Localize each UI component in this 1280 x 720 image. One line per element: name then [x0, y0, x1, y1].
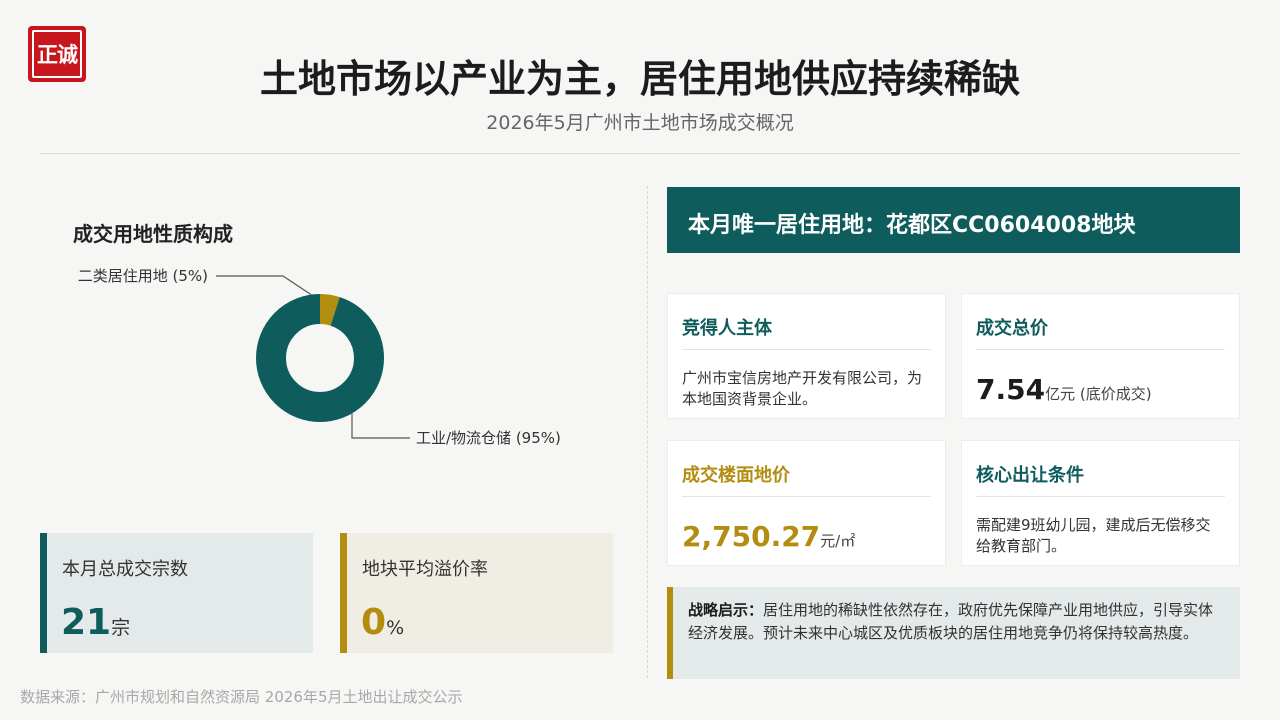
card-value: 7.54亿元 (底价成交)	[976, 373, 1152, 406]
insight-text: 居住用地的稀缺性依然存在，政府优先保障产业用地供应，引导实体经济发展。预计未来中…	[688, 601, 1214, 642]
card-value: 2,750.27元/㎡	[682, 520, 856, 553]
callout-label: 二类居住用地 (5%)	[78, 267, 208, 285]
card-text: 需配建9班幼儿园，建成后无偿移交给教育部门。	[976, 516, 1211, 555]
stat-premium-rate: 地块平均溢价率 0%	[340, 533, 613, 653]
strategic-insight: 战略启示：居住用地的稀缺性依然存在，政府优先保障产业用地供应，引导实体经济发展。…	[667, 587, 1240, 679]
card-head: 成交总价	[976, 314, 1225, 350]
donut-slice	[256, 294, 384, 422]
stat-value: 0%	[361, 602, 405, 643]
donut-chart: 二类居住用地 (5%) 工业/物流仓储 (95%)	[78, 267, 561, 447]
stat-label: 本月总成交宗数	[62, 559, 188, 580]
card-floor-price: 成交楼面地价 2,750.27元/㎡	[667, 440, 946, 566]
residential-plot-banner: 本月唯一居住用地：花都区CC0604008地块	[667, 187, 1240, 253]
column-divider	[647, 186, 648, 678]
stat-unit: %	[386, 617, 405, 639]
callout-line	[216, 275, 312, 296]
insight-label: 战略启示：	[688, 601, 764, 619]
stat-unit: 宗	[111, 617, 131, 639]
card-head: 成交楼面地价	[682, 461, 931, 497]
card-unit: 亿元 (底价成交)	[1045, 385, 1152, 403]
stat-total-deals: 本月总成交宗数 21宗	[40, 533, 313, 653]
stat-value: 21宗	[61, 602, 131, 643]
data-source: 数据来源：广州市规划和自然资源局 2026年5月土地出让成交公示	[20, 688, 463, 706]
card-head: 竞得人主体	[682, 314, 931, 350]
card-text: 广州市宝信房地产开发有限公司，为本地国资背景企业。	[682, 369, 923, 408]
callout-line	[351, 413, 410, 439]
card-bidder: 竞得人主体 广州市宝信房地产开发有限公司，为本地国资背景企业。	[667, 293, 946, 419]
card-head: 核心出让条件	[976, 461, 1225, 497]
callout-label: 工业/物流仓储 (95%)	[416, 429, 561, 447]
stat-label: 地块平均溢价率	[362, 559, 488, 580]
card-total-price: 成交总价 7.54亿元 (底价成交)	[961, 293, 1240, 419]
card-unit: 元/㎡	[820, 532, 856, 550]
card-conditions: 核心出让条件 需配建9班幼儿园，建成后无偿移交给教育部门。	[961, 440, 1240, 566]
